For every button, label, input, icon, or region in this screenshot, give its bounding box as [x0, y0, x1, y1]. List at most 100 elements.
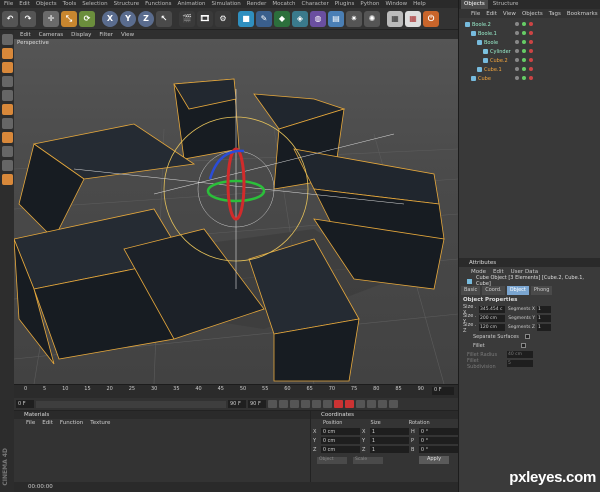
end-frame-field[interactable]: 90 F: [248, 400, 266, 408]
go-to-end-icon[interactable]: [323, 400, 332, 408]
layer-dot-icon[interactable]: [515, 49, 519, 53]
render-dot-icon[interactable]: [529, 49, 533, 53]
floor-icon[interactable]: ▤: [328, 10, 344, 27]
menu-item-tools[interactable]: Tools: [63, 1, 77, 7]
autokey-icon[interactable]: [345, 400, 354, 408]
menu-item-window[interactable]: Window: [385, 1, 407, 7]
menu-item-structure[interactable]: Structure: [114, 1, 140, 7]
layer-dot-icon[interactable]: [515, 22, 519, 26]
size-z-field[interactable]: 1: [369, 446, 409, 453]
tab-structure[interactable]: Structure: [490, 0, 522, 9]
layer-dot-icon[interactable]: [515, 40, 519, 44]
viewport-menu-edit[interactable]: Edit: [20, 32, 31, 38]
attributes-tab-basic[interactable]: Basic: [461, 286, 481, 295]
visibility-dot-icon[interactable]: [522, 67, 526, 71]
menu-item-edit[interactable]: Edit: [19, 1, 30, 7]
viewport-perspective[interactable]: Perspective: [14, 39, 458, 384]
viewport-menu-view[interactable]: View: [121, 32, 134, 38]
keyframe-selection-icon[interactable]: [356, 400, 365, 408]
snap-tool-icon[interactable]: [1, 146, 13, 157]
world-coord-icon[interactable]: ↖: [156, 10, 172, 27]
size-x-field[interactable]: 1: [369, 428, 409, 435]
segments-field[interactable]: 1: [537, 324, 551, 331]
menu-item-file[interactable]: File: [4, 1, 13, 7]
uv-mode-icon[interactable]: [1, 104, 13, 115]
menu-item-selection[interactable]: Selection: [82, 1, 107, 7]
object-manager-menu-edit[interactable]: Edit: [486, 11, 497, 17]
layer-dot-icon[interactable]: [515, 76, 519, 80]
object-list-item[interactable]: Boole.2: [465, 20, 491, 29]
rotation-h-field[interactable]: 0 °: [418, 428, 458, 435]
object-list-item[interactable]: Cube.1: [477, 65, 502, 74]
sculpt-icon[interactable]: [1, 174, 13, 185]
menu-item-help[interactable]: Help: [413, 1, 426, 7]
menu-item-animation[interactable]: Animation: [177, 1, 205, 7]
tweak-mode-icon[interactable]: [1, 132, 13, 143]
workplane-icon[interactable]: [1, 160, 13, 171]
position-y-field[interactable]: 0 cm: [320, 437, 360, 444]
fillet-subdivision-field[interactable]: 5: [507, 360, 533, 367]
attributes-menu-mode[interactable]: Mode: [471, 269, 486, 275]
attributes-menu-edit[interactable]: Edit: [493, 269, 504, 275]
visibility-dot-icon[interactable]: [522, 40, 526, 44]
separate-surfaces-checkbox[interactable]: [524, 334, 530, 339]
materials-menu-file[interactable]: File: [26, 420, 35, 426]
size-field[interactable]: 345.454 c: [479, 306, 505, 313]
coord-mode-dropdown[interactable]: Object: [317, 456, 347, 464]
snap-icon[interactable]: ⏻: [423, 10, 439, 27]
render-dot-icon[interactable]: [529, 76, 533, 80]
scale-icon[interactable]: ⤡: [61, 10, 77, 27]
size-y-field[interactable]: 1: [369, 437, 409, 444]
play-forward-icon[interactable]: [301, 400, 310, 408]
visibility-dot-icon[interactable]: [522, 31, 526, 35]
fillet-checkbox[interactable]: [520, 343, 526, 348]
camera-icon[interactable]: ✷: [346, 10, 362, 27]
object-list-item[interactable]: Boole.1: [471, 29, 497, 38]
attributes-tab-coord[interactable]: Coord.: [482, 286, 505, 295]
position-z-field[interactable]: 0 cm: [320, 446, 360, 453]
attributes-menu-user-data[interactable]: User Data: [511, 269, 538, 275]
step-forward-icon[interactable]: [312, 400, 321, 408]
object-manager-menu-bookmarks[interactable]: Bookmarks: [567, 11, 598, 17]
model-mode-icon[interactable]: [1, 34, 13, 45]
visibility-dot-icon[interactable]: [522, 58, 526, 62]
fillet-radius-field[interactable]: 40 cm: [507, 351, 533, 358]
object-manager-menu-file[interactable]: File: [471, 11, 480, 17]
visibility-dot-icon[interactable]: [522, 76, 526, 80]
rotation-key-icon[interactable]: [389, 400, 398, 408]
position-x-field[interactable]: 0 cm: [320, 428, 360, 435]
object-list-item[interactable]: Cube.2: [483, 56, 508, 65]
timeline-ruler[interactable]: 0 5 10 15 20 25 30 35 40 45 50 55 60 65 70 75 80 85 90 0 F: [14, 384, 458, 398]
materials-menu-texture[interactable]: Texture: [90, 420, 110, 426]
tab-objects[interactable]: Objects: [461, 0, 488, 9]
layer-dot-icon[interactable]: [515, 58, 519, 62]
viewport-menu-filter[interactable]: Filter: [99, 32, 113, 38]
menu-item-character[interactable]: Character: [302, 1, 329, 7]
size-field[interactable]: 200 cm: [479, 315, 505, 322]
viewport-menu-cameras[interactable]: Cameras: [39, 32, 63, 38]
materials-menu-function[interactable]: Function: [60, 420, 83, 426]
render-dot-icon[interactable]: [529, 22, 533, 26]
start-frame-field[interactable]: 0 F: [16, 400, 34, 408]
render-dot-icon[interactable]: [529, 31, 533, 35]
apply-button[interactable]: Apply: [419, 456, 449, 464]
visibility-dot-icon[interactable]: [522, 49, 526, 53]
menu-item-plugins[interactable]: Plugins: [335, 1, 355, 7]
rotation-p-field[interactable]: 0 °: [418, 437, 458, 444]
object-list-item[interactable]: Cube: [471, 74, 491, 83]
axis-mode-icon[interactable]: [1, 118, 13, 129]
materials-menu-edit[interactable]: Edit: [42, 420, 53, 426]
move-icon[interactable]: ✛: [43, 10, 59, 27]
object-list-item[interactable]: Cylinder: [483, 47, 511, 56]
segments-field[interactable]: 1: [537, 306, 551, 313]
z-axis-icon[interactable]: Z: [138, 10, 154, 27]
polygons-mode-icon[interactable]: [1, 90, 13, 101]
preview-end-field[interactable]: 90 F: [228, 400, 246, 408]
deformer-icon[interactable]: ◍: [310, 10, 326, 27]
coord-scale-dropdown[interactable]: Scale: [353, 456, 383, 464]
attributes-tab-object[interactable]: Object: [506, 286, 529, 295]
visibility-dot-icon[interactable]: [522, 22, 526, 26]
position-key-icon[interactable]: [367, 400, 376, 408]
object-manager-menu-objects[interactable]: Objects: [522, 11, 543, 17]
menu-item-render[interactable]: Render: [247, 1, 267, 7]
